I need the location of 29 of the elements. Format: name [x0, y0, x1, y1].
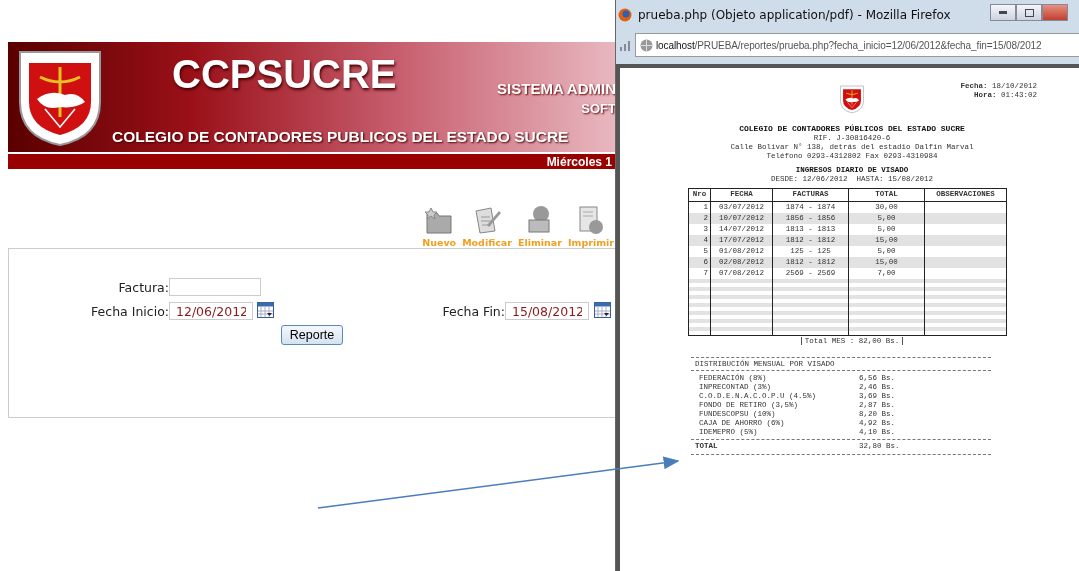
window-title: prueba.php (Objeto application/pdf) - Mozilla Firefox — [638, 8, 951, 22]
crest-logo — [839, 82, 865, 116]
minimize-icon — [999, 11, 1007, 14]
maximize-icon — [1024, 8, 1034, 17]
end-date-field[interactable]: 15/08/2012 — [505, 302, 589, 320]
field-label: Fecha Fin: — [442, 303, 505, 319]
site-subtitle: COLEGIO DE CONTADORES PUBLICOS DEL ESTADO SUCRE — [112, 128, 569, 146]
folder-icon[interactable] — [425, 205, 454, 235]
browser-logo-icon — [618, 8, 632, 22]
field-label: Fecha Inicio: — [90, 303, 169, 319]
maximize-button[interactable] — [1016, 4, 1042, 21]
report-button[interactable]: Reporte — [280, 325, 344, 345]
invoice-field[interactable] — [169, 278, 261, 296]
start-date-field[interactable]: 12/06/2012 — [169, 302, 253, 320]
document-pencil-icon[interactable] — [473, 205, 502, 235]
field-label: Factura: — [117, 279, 169, 295]
org-name: COLEGIO DE CONTADORES PÚBLICOS DEL ESTADO SUCRE — [738, 124, 966, 134]
date-text: Miércoles 1 — [546, 154, 613, 169]
system-subtitle: SOFT — [580, 101, 616, 116]
system-title: SISTEMA ADMIN — [497, 80, 616, 97]
calendar-icon[interactable] — [257, 301, 274, 318]
document-globe-icon[interactable] — [577, 205, 605, 235]
minimize-button[interactable] — [990, 4, 1016, 21]
address-bar[interactable]: localhost/PRUEBA/reportes/prueba.php?fecha_inicio=12/06/2012&fecha_fin=15/08/2012 — [635, 33, 1079, 57]
globe-icon — [640, 38, 653, 52]
site-title: CCPSUCRE — [172, 52, 397, 97]
signal-icon — [619, 39, 631, 51]
calendar-icon[interactable] — [594, 301, 611, 318]
url-text: localhost/PRUEBA/reportes/prueba.php?fecha_inicio=12/06/2012&fecha_fin=15/08/2012 — [656, 39, 1042, 51]
